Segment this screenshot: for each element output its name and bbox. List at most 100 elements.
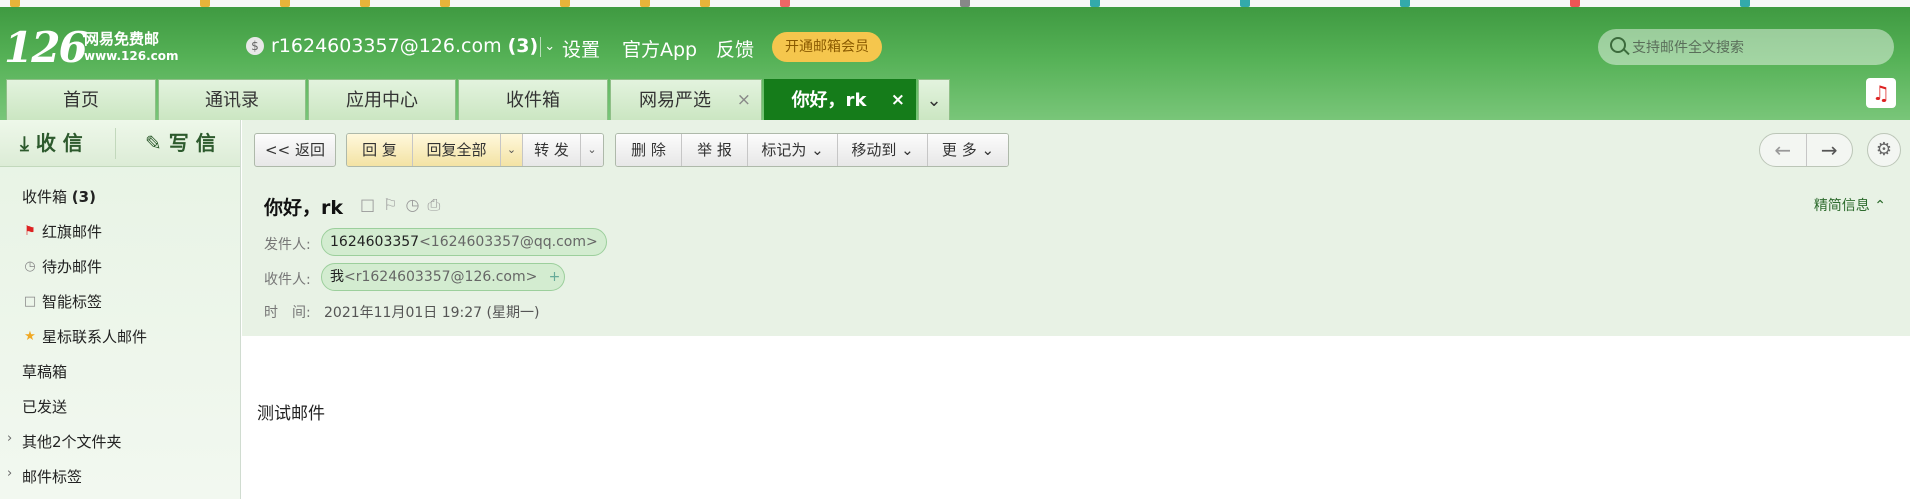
message-toolbar: << 返回 回 复 回复全部 ⌄ 转 发 ⌄ 删 除 举 报 标记为 ⌄ 移动到…	[242, 120, 1910, 178]
site-icon[interactable]	[960, 0, 970, 7]
vip-button[interactable]: 开通邮箱会员	[772, 32, 882, 62]
sidebar: ⤓ 收 信 ✎ 写 信 收件箱 (3) ⚑ 红旗邮件 ◷ 待办邮件 □ 智能标签 ★ 星…	[0, 120, 241, 499]
tab-yanxuan[interactable]: 网易严选 ×	[610, 79, 762, 120]
folder-icon[interactable]	[640, 0, 650, 7]
sender-chip[interactable]: 1624603357<1624603357@qq.com>	[321, 228, 607, 256]
print-icon[interactable]: ⎙	[427, 195, 440, 215]
download-icon: ⤓	[20, 131, 29, 155]
flag-icon[interactable]: ⚐	[383, 195, 397, 215]
recipient-name: 我	[330, 269, 344, 285]
chevron-right-icon[interactable]: ›	[7, 466, 12, 481]
tab-label: 网易严选	[639, 90, 711, 111]
sidebar-item-todo[interactable]: ◷ 待办邮件	[22, 256, 102, 277]
tab-inbox[interactable]: 收件箱	[458, 79, 608, 120]
folder-icon[interactable]	[440, 0, 450, 7]
folder-label: 邮件标签	[22, 468, 83, 486]
arrow-left-icon[interactable]: ←	[1760, 134, 1806, 166]
sidebar-item-starred[interactable]: ★ 星标联系人邮件	[22, 326, 147, 347]
forward-button[interactable]: 转 发	[523, 134, 581, 166]
sender-name: 1624603357	[330, 234, 420, 250]
folder-label: 待办邮件	[42, 258, 103, 276]
folder-label: 智能标签	[42, 293, 103, 311]
chevron-right-icon[interactable]: ›	[7, 431, 12, 446]
sidebar-item-mail-tags[interactable]: 邮件标签	[22, 466, 82, 487]
back-button[interactable]: << 返回	[254, 133, 336, 167]
receive-button[interactable]: ⤓ 收 信	[20, 120, 83, 167]
recipient-chip[interactable]: 我<r1624603357@126.com>	[321, 263, 547, 291]
site-icon[interactable]	[780, 0, 790, 7]
chevron-down-icon: ⌄	[926, 90, 942, 111]
sidebar-item-inbox[interactable]: 收件箱 (3)	[22, 186, 96, 207]
tab-current-mail[interactable]: 你好，rk ×	[764, 79, 916, 120]
search-icon[interactable]	[1610, 37, 1626, 53]
sidebar-item-sent[interactable]: 已发送	[22, 396, 67, 417]
chevron-up-icon: ⌃	[1874, 198, 1886, 214]
site-icon[interactable]	[1400, 0, 1410, 7]
close-icon[interactable]: ×	[737, 80, 751, 121]
sidebar-item-drafts[interactable]: 草稿箱	[22, 361, 67, 382]
forward-dropdown[interactable]: ⌄	[581, 134, 603, 166]
tab-contacts[interactable]: 通讯录	[158, 79, 306, 120]
brief-label: 精简信息	[1813, 198, 1870, 214]
site-icon[interactable]	[1740, 0, 1750, 7]
star-icon: ★	[24, 329, 36, 344]
gear-icon[interactable]: ⚙	[1867, 133, 1901, 167]
folder-icon[interactable]	[280, 0, 290, 7]
bookmark-icon[interactable]: □	[360, 195, 375, 215]
reply-dropdown[interactable]: ⌄	[501, 134, 523, 166]
site-icon[interactable]	[1240, 0, 1250, 7]
folder-label: 其他2个文件夹	[22, 433, 122, 451]
delete-button[interactable]: 删 除	[616, 134, 682, 166]
close-icon[interactable]: ×	[891, 80, 905, 121]
tab-apps[interactable]: 应用中心	[308, 79, 456, 120]
tab-overflow-button[interactable]: ⌄	[918, 79, 950, 120]
brief-info-toggle[interactable]: 精简信息 ⌃	[1814, 195, 1886, 215]
recipient-address: <r1624603357@126.com>	[344, 269, 538, 285]
star-icon[interactable]	[10, 0, 20, 7]
music-icon[interactable]: ♫	[1866, 78, 1896, 108]
site-icon[interactable]	[1570, 0, 1580, 7]
sender-address: <1624603357@qq.com>	[419, 234, 598, 250]
search-input[interactable]	[1632, 29, 1882, 65]
app-link[interactable]: 官方App	[622, 35, 697, 62]
settings-link[interactable]: 设置	[562, 35, 600, 62]
tab-label: 首页	[63, 90, 99, 111]
add-contact-button[interactable]: +	[545, 263, 565, 291]
logo-number: 126	[4, 23, 88, 72]
search-box[interactable]	[1598, 29, 1894, 65]
folder-icon[interactable]	[200, 0, 210, 7]
divider	[115, 128, 116, 159]
folder-icon[interactable]	[560, 0, 570, 7]
chevron-down-icon: ⌄	[811, 141, 824, 159]
sidebar-item-smart-tags[interactable]: □ 智能标签	[22, 291, 102, 312]
clock-icon[interactable]: ◷	[405, 195, 419, 215]
folder-label: 已发送	[22, 398, 68, 416]
reply-all-button[interactable]: 回复全部	[413, 134, 501, 166]
feedback-link[interactable]: 反馈	[716, 35, 754, 62]
more-button[interactable]: 更 多 ⌄	[928, 134, 1008, 166]
compose-button[interactable]: ✎ 写 信	[145, 120, 216, 167]
action-group: 删 除 举 报 标记为 ⌄ 移动到 ⌄ 更 多 ⌄	[615, 133, 1009, 167]
reply-button[interactable]: 回 复	[347, 134, 413, 166]
account-email: r1624603357@126.com	[271, 35, 502, 57]
tab-label: 应用中心	[346, 90, 418, 111]
tab-home[interactable]: 首页	[6, 79, 156, 120]
time-label: 时 间:	[264, 305, 311, 321]
folder-label: 红旗邮件	[42, 223, 103, 241]
account-switcher[interactable]: $ r1624603357@126.com (3) ⌄	[246, 35, 555, 57]
folder-icon[interactable]	[360, 0, 370, 7]
logo-name: 网易免费邮	[84, 30, 160, 48]
time-value: 2021年11月01日 19:27 (星期一)	[324, 305, 540, 321]
site-icon[interactable]	[1090, 0, 1100, 7]
mark-as-button[interactable]: 标记为 ⌄	[748, 134, 838, 166]
folder-icon[interactable]	[700, 0, 710, 7]
move-to-button[interactable]: 移动到 ⌄	[838, 134, 928, 166]
report-button[interactable]: 举 报	[682, 134, 748, 166]
bookmarks-bar	[0, 0, 1910, 7]
more-label: 更 多	[941, 141, 977, 159]
to-label: 收件人:	[264, 272, 311, 288]
chevron-down-icon: ⌄	[544, 38, 556, 54]
sidebar-item-other-folders[interactable]: 其他2个文件夹	[22, 431, 122, 452]
arrow-right-icon[interactable]: →	[1805, 134, 1853, 166]
sidebar-item-flagged[interactable]: ⚑ 红旗邮件	[22, 221, 102, 242]
